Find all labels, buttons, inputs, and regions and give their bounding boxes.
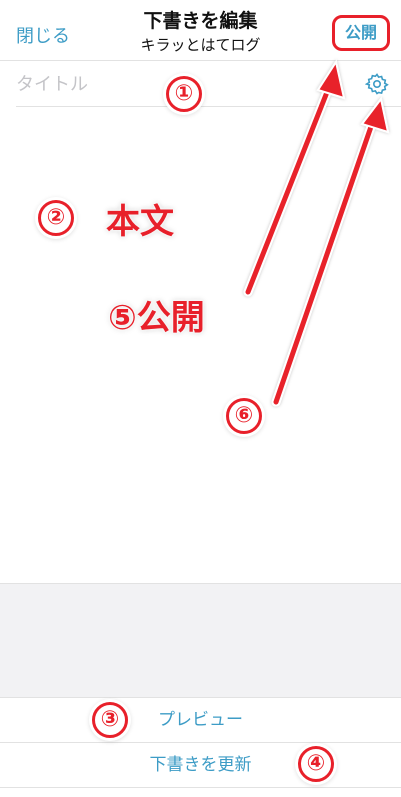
annotation-2: ② [38,200,74,236]
annotation-publish-label: ⑤公開 [108,298,205,338]
title-row [16,62,401,107]
gear-icon[interactable] [365,72,389,96]
empty-area [0,583,401,697]
preview-button[interactable]: プレビュー [0,697,401,742]
navigation-bar: 閉じる 下書きを編集 キラッとはてログ 公開 [0,0,401,61]
annotation-6: ⑥ [226,398,262,434]
publish-button[interactable]: 公開 [332,15,390,51]
update-draft-button[interactable]: 下書きを更新 [0,742,401,788]
annotation-3: ③ [92,702,128,738]
annotation-body-label: 本文 [106,202,174,242]
annotation-4: ④ [298,746,334,782]
body-text-area[interactable] [0,107,401,583]
annotation-1: ① [166,76,202,112]
